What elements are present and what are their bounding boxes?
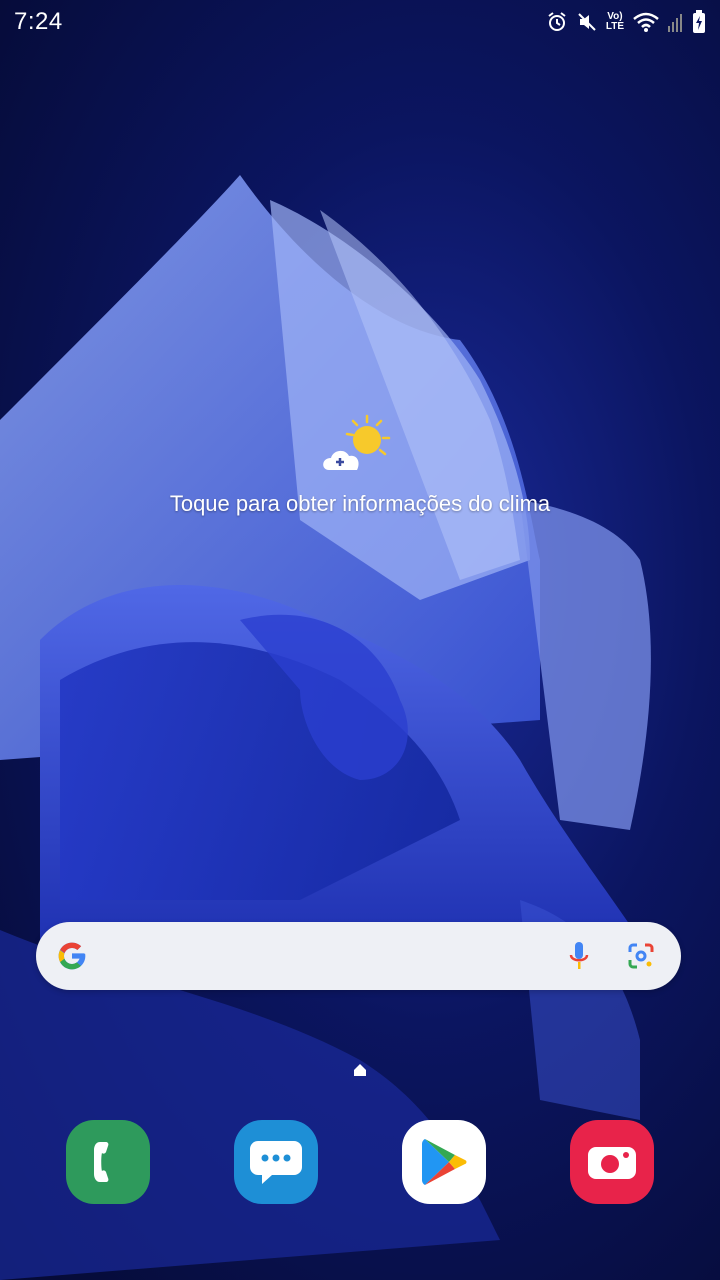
signal-icon: [668, 12, 684, 32]
messages-icon: [250, 1141, 302, 1184]
weather-message: Toque para obter informações do clima: [169, 491, 551, 516]
weather-partly-cloudy-add-icon: [323, 414, 391, 470]
camera-icon: [588, 1147, 636, 1179]
app-dock: [0, 1120, 720, 1204]
wifi-icon: [632, 11, 660, 33]
status-icons: Vo) LTE: [546, 10, 706, 34]
wallpaper: [0, 175, 651, 1280]
mute-icon: [576, 11, 598, 33]
google-lens-icon[interactable]: [627, 942, 655, 970]
volte-bottom-text: LTE: [605, 21, 624, 32]
battery-charging-icon: [692, 10, 706, 34]
home-page-indicator-icon[interactable]: [352, 1062, 368, 1078]
phone-app[interactable]: [66, 1120, 150, 1204]
alarm-icon: [546, 11, 568, 33]
phone-icon: [94, 1142, 109, 1182]
messages-app[interactable]: [234, 1120, 318, 1204]
play-store-icon: [422, 1139, 467, 1185]
status-time: 7:24: [14, 8, 63, 35]
status-bar: 7:24 Vo) LTE: [0, 0, 720, 44]
play-store-app[interactable]: [402, 1120, 486, 1204]
volte-icon: Vo) LTE: [606, 12, 624, 32]
google-search-bar[interactable]: [36, 922, 681, 990]
google-logo-icon: [58, 942, 86, 970]
weather-widget[interactable]: Toque para obter informações do clima: [160, 412, 560, 518]
camera-app[interactable]: [570, 1120, 654, 1204]
microphone-icon[interactable]: [567, 940, 591, 972]
